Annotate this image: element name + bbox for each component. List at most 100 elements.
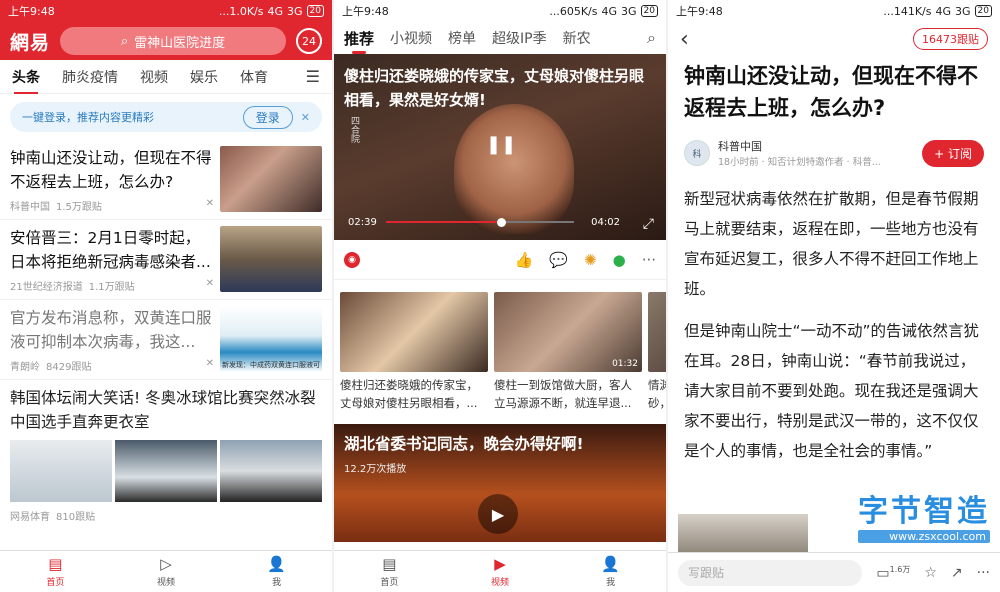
comments-icon[interactable]: ▭1.6万 xyxy=(876,564,910,582)
wechat-share-icon[interactable]: ● xyxy=(613,251,626,269)
tab-new[interactable]: 新农 xyxy=(563,28,591,48)
tab-short-video[interactable]: 小视频 xyxy=(390,28,432,48)
related-video-card[interactable]: 情渊砂， xyxy=(648,292,666,412)
login-button[interactable]: 登录 xyxy=(242,105,293,129)
back-icon[interactable]: ‹ xyxy=(680,27,689,52)
nav-me[interactable]: 👤 我 xyxy=(221,551,332,592)
fullscreen-icon[interactable]: ⤢ xyxy=(643,216,654,232)
status-bar: 上午9:48 ...605K/s 4G 3G 20 xyxy=(334,0,666,22)
share-icon[interactable]: ↗ xyxy=(951,565,963,581)
tab-recommend[interactable]: 推荐 xyxy=(344,28,374,54)
list-item[interactable]: 钟南山还没让动，但现在不得不返程去上班，怎么办? 科普中国 1.5万跟贴 ✕ xyxy=(0,140,332,220)
video-title: 湖北省委书记同志，晚会办得好啊! xyxy=(344,435,584,453)
channel-tabs: 头条 肺炎疫情 视频 娱乐 体育 ☰ xyxy=(0,60,332,94)
tab-video[interactable]: 视频 xyxy=(140,67,168,87)
netease-logo[interactable]: 網易 xyxy=(10,28,50,55)
signal-4g: 4G xyxy=(601,4,618,18)
more-icon[interactable]: ··· xyxy=(977,565,990,581)
search-icon[interactable]: ⌕ xyxy=(647,28,656,48)
search-input[interactable]: ⌕ 雷神山医院进度 xyxy=(60,27,286,55)
nav-video[interactable]: ▶ 视频 xyxy=(445,551,556,592)
network-speed: ...1.0K/s xyxy=(218,4,264,18)
video-tabs: 推荐 小视频 榜单 超级IP季 新农 ⌕ xyxy=(334,22,666,54)
status-bar: 上午9:48 ...1.0K/s 4G 3G 20 xyxy=(0,0,332,22)
medicine-thumbnail: 新发现：中成药双黄连口服液可 xyxy=(220,306,322,372)
video-title: 傻柱归还娄晓娥的传家宝，丈母娘对傻柱另眼相看，果然是好女婿! xyxy=(344,67,645,109)
status-time: 上午9:48 xyxy=(342,5,389,18)
current-time: 02:39 xyxy=(348,217,377,228)
progress-fill xyxy=(386,221,501,223)
progress-bar[interactable] xyxy=(386,221,574,223)
tab-headlines[interactable]: 头条 xyxy=(12,67,40,94)
comment-input[interactable]: 写跟贴 xyxy=(678,559,863,586)
home-header: 上午9:48 ...1.0K/s 4G 3G 20 網易 ⌕ 雷神山医院进度 2… xyxy=(0,0,332,60)
article-paragraph: 新型冠状病毒依然在扩散期，但是春节假期马上就要结束，返程在即，一些地方也没有宣布… xyxy=(684,190,979,298)
watermark-text: 字节智造 xyxy=(858,494,990,529)
user-icon: 👤 xyxy=(601,555,621,573)
login-banner[interactable]: 一键登录，推荐内容更精彩 登录 ✕ xyxy=(10,102,322,132)
video-player[interactable]: 傻柱归还娄晓娥的传家宝，丈母娘对傻柱另眼相看，果然是好女婿! 四合院 ❚❚ 02… xyxy=(334,54,666,240)
channel-logo-icon[interactable]: ◉ xyxy=(344,251,360,268)
like-icon[interactable]: 👍 xyxy=(515,251,534,269)
video-frame xyxy=(454,104,574,234)
follow-count-button[interactable]: 16473跟贴 xyxy=(913,28,988,50)
user-icon: 👤 xyxy=(267,555,287,573)
article-header: ‹ 16473跟贴 xyxy=(668,22,1000,56)
avatar[interactable]: 科 xyxy=(684,140,710,166)
pause-icon[interactable]: ❚❚ xyxy=(486,134,516,155)
status-time: 上午9:48 xyxy=(8,5,55,18)
comment-icon[interactable]: 💬 xyxy=(549,251,568,269)
article-title: 韩国体坛闹大笑话! 冬奥冰球馆比赛突然冰裂 中国选手直奔更衣室 xyxy=(10,389,316,431)
nav-video[interactable]: ▷ 视频 xyxy=(111,551,222,592)
article-image xyxy=(678,514,808,554)
related-video-card[interactable]: 01:32 傻柱一到饭馆做大厨，客人立马源源不断，就连早退... xyxy=(494,292,642,412)
train-thumbnail xyxy=(220,146,322,212)
ice-image xyxy=(10,440,112,502)
subscribe-button[interactable]: + 订阅 xyxy=(922,139,984,167)
nav-home[interactable]: ▤ 首页 xyxy=(0,551,111,592)
author-meta: 18小时前 · 知否计划特邀作者 · 科普... xyxy=(718,157,881,168)
article-title: 钟南山还没让动，但现在不得不返程去上班，怎么办? xyxy=(10,149,212,191)
login-banner-text: 一键登录，推荐内容更精彩 xyxy=(22,111,154,124)
nav-video-label: 视频 xyxy=(491,578,510,588)
list-item[interactable]: 官方发布消息称，双黄连口服液可抑制本次病毒，我这... 青朗岭 8429跟贴 ✕ 新… xyxy=(0,300,332,380)
tab-ranking[interactable]: 榜单 xyxy=(448,28,476,48)
crowd-image xyxy=(220,440,322,502)
tab-super-ip[interactable]: 超级IP季 xyxy=(492,28,547,48)
image-row xyxy=(10,440,322,502)
list-item[interactable]: 韩国体坛闹大笑话! 冬奥冰球馆比赛突然冰裂 中国选手直奔更衣室 网易体育 810… xyxy=(0,380,332,529)
nav-me-label: 我 xyxy=(272,578,282,588)
video-card[interactable]: 湖北省委书记同志，晚会办得好啊! 12.2万次播放 ▶ xyxy=(334,424,666,542)
progress-handle[interactable] xyxy=(496,218,506,227)
tab-sports[interactable]: 体育 xyxy=(240,67,268,87)
article-source: 科普中国 xyxy=(10,202,50,213)
nav-home[interactable]: ▤ 首页 xyxy=(334,551,445,592)
tab-epidemic[interactable]: 肺炎疫情 xyxy=(62,67,118,87)
related-video-card[interactable]: 傻柱归还娄晓娥的传家宝，丈母娘对傻柱另眼相看，... xyxy=(340,292,488,412)
related-title: 情渊砂， xyxy=(648,378,666,410)
search-icon: ⌕ xyxy=(120,33,129,49)
play-icon[interactable]: ▶ xyxy=(478,494,518,534)
home-icon: ▤ xyxy=(48,555,63,573)
tab-entertainment[interactable]: 娱乐 xyxy=(190,67,218,87)
more-icon[interactable]: ··· xyxy=(642,251,656,269)
author-name[interactable]: 科普中国 xyxy=(718,138,881,154)
status-bar: 上午9:48 ...141K/s 4G 3G 20 xyxy=(668,0,1000,22)
nav-me[interactable]: 👤 我 xyxy=(555,551,666,592)
rink-image xyxy=(115,440,217,502)
live-badge-icon[interactable]: 24 xyxy=(296,28,322,54)
list-item[interactable]: 安倍晋三：2月1日零时起，日本将拒绝新冠病毒感染者... 21世纪经济报道 1.1… xyxy=(0,220,332,300)
signal-3g: 3G xyxy=(287,4,303,18)
dismiss-icon[interactable]: ✕ xyxy=(206,278,214,293)
moments-share-icon[interactable]: ✺ xyxy=(584,251,597,269)
star-icon[interactable]: ☆ xyxy=(924,565,937,581)
article-comments: 1.5万跟贴 xyxy=(56,202,102,213)
article-title: 钟南山还没让动，但现在不得不返程去上班，怎么办? xyxy=(684,64,978,120)
article-title: 官方发布消息称，双黄连口服液可抑制本次病毒，我这... xyxy=(10,309,212,351)
menu-icon[interactable]: ☰ xyxy=(306,67,320,86)
comment-placeholder: 写跟贴 xyxy=(688,566,725,580)
dismiss-icon[interactable]: ✕ xyxy=(206,198,214,213)
comment-count: 1.6万 xyxy=(889,564,911,574)
close-icon[interactable]: ✕ xyxy=(301,111,310,124)
dismiss-icon[interactable]: ✕ xyxy=(206,358,214,373)
